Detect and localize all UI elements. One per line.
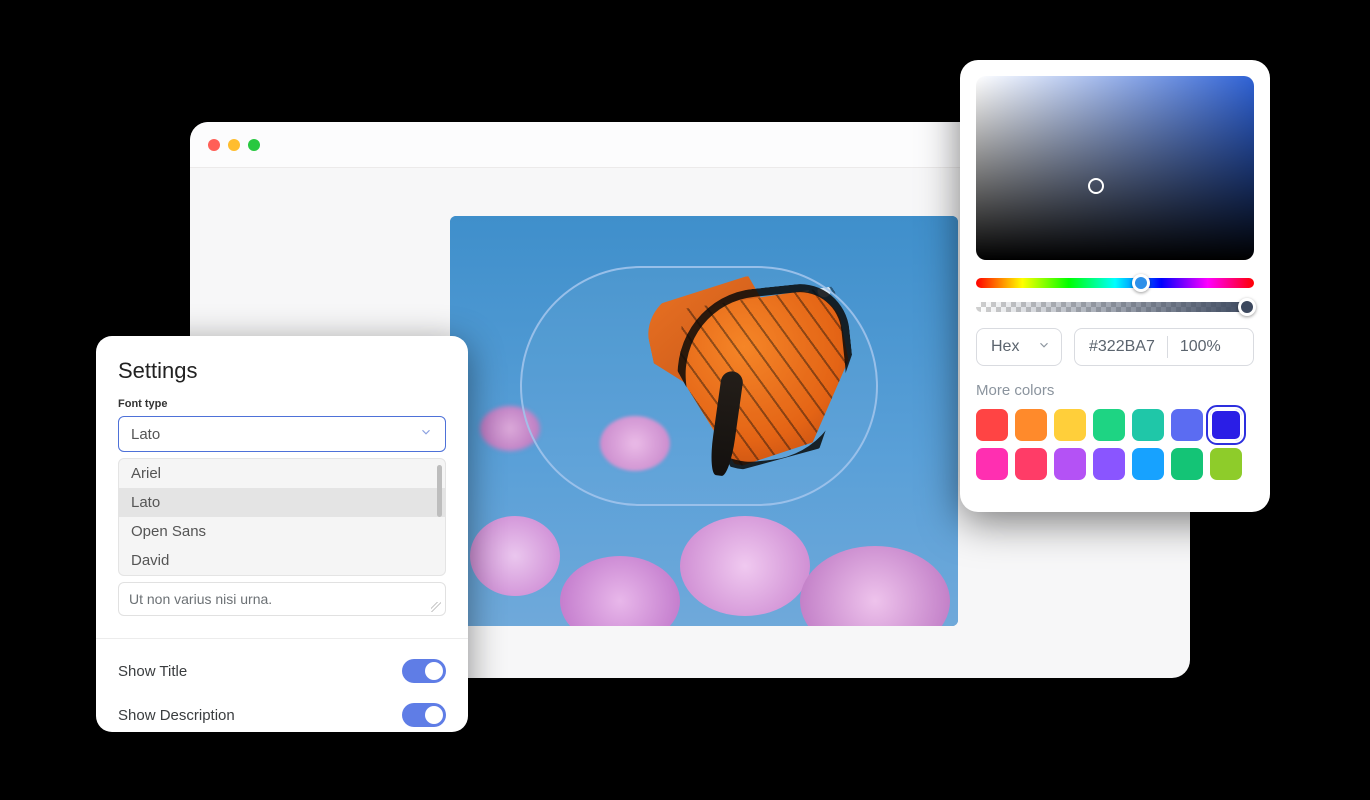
hue-thumb[interactable] <box>1132 274 1150 292</box>
font-option[interactable]: Open Sans <box>119 517 445 546</box>
image-flower <box>470 516 560 596</box>
window-traffic-lights <box>208 139 260 151</box>
chevron-down-icon <box>1037 338 1051 357</box>
font-option[interactable]: Lato <box>119 488 445 517</box>
color-swatch[interactable] <box>976 409 1008 441</box>
color-swatch[interactable] <box>1054 409 1086 441</box>
color-canvas-cursor[interactable] <box>1088 178 1104 194</box>
more-colors-label: More colors <box>976 382 1254 399</box>
color-swatch[interactable] <box>976 448 1008 480</box>
color-picker-panel: Hex #322BA7 100% More colors <box>960 60 1270 512</box>
value-separator <box>1167 336 1168 358</box>
font-type-dropdown: Ariel Lato Open Sans David <box>118 458 446 576</box>
font-option[interactable]: Ariel <box>119 459 445 488</box>
color-swatch[interactable] <box>1054 448 1086 480</box>
chevron-down-icon <box>419 425 433 443</box>
divider <box>96 638 468 639</box>
dropdown-scrollbar[interactable] <box>437 465 442 517</box>
color-swatch[interactable] <box>1171 448 1203 480</box>
color-swatch[interactable] <box>1171 409 1203 441</box>
color-value-input[interactable]: #322BA7 100% <box>1074 328 1254 366</box>
color-swatch[interactable] <box>1210 409 1242 441</box>
minimize-window-button[interactable] <box>228 139 240 151</box>
font-option[interactable]: David <box>119 546 445 575</box>
color-format-value: Hex <box>991 338 1019 356</box>
description-textarea[interactable]: Ut non varius nisi urna. <box>118 582 446 616</box>
textarea-resize-handle[interactable] <box>431 602 441 612</box>
color-swatch[interactable] <box>1210 448 1242 480</box>
show-title-label: Show Title <box>118 663 187 680</box>
settings-title: Settings <box>118 358 446 384</box>
alpha-slider[interactable] <box>976 302 1254 312</box>
color-swatch[interactable] <box>1132 409 1164 441</box>
description-text: Ut non varius nisi urna. <box>129 591 272 607</box>
settings-panel: Settings Font type Lato Ariel Lato Open … <box>96 336 468 732</box>
color-swatch[interactable] <box>1015 448 1047 480</box>
hotspot-overlay[interactable] <box>520 266 878 506</box>
hue-slider[interactable] <box>976 278 1254 288</box>
show-description-label: Show Description <box>118 707 235 724</box>
color-saturation-canvas[interactable] <box>976 76 1254 260</box>
maximize-window-button[interactable] <box>248 139 260 151</box>
image-flower <box>680 516 810 616</box>
font-type-label: Font type <box>118 398 446 410</box>
close-window-button[interactable] <box>208 139 220 151</box>
show-description-toggle[interactable] <box>402 703 446 727</box>
opacity-value: 100% <box>1180 338 1221 356</box>
color-swatch[interactable] <box>1132 448 1164 480</box>
swatch-grid <box>976 409 1254 480</box>
color-swatch[interactable] <box>1093 409 1125 441</box>
font-type-selected-value: Lato <box>131 426 160 443</box>
color-swatch[interactable] <box>1093 448 1125 480</box>
show-title-toggle[interactable] <box>402 659 446 683</box>
font-type-select[interactable]: Lato <box>118 416 446 452</box>
hex-value: #322BA7 <box>1089 338 1155 356</box>
color-format-select[interactable]: Hex <box>976 328 1062 366</box>
color-swatch[interactable] <box>1015 409 1047 441</box>
alpha-thumb[interactable] <box>1238 298 1256 316</box>
image-canvas[interactable] <box>450 216 958 626</box>
